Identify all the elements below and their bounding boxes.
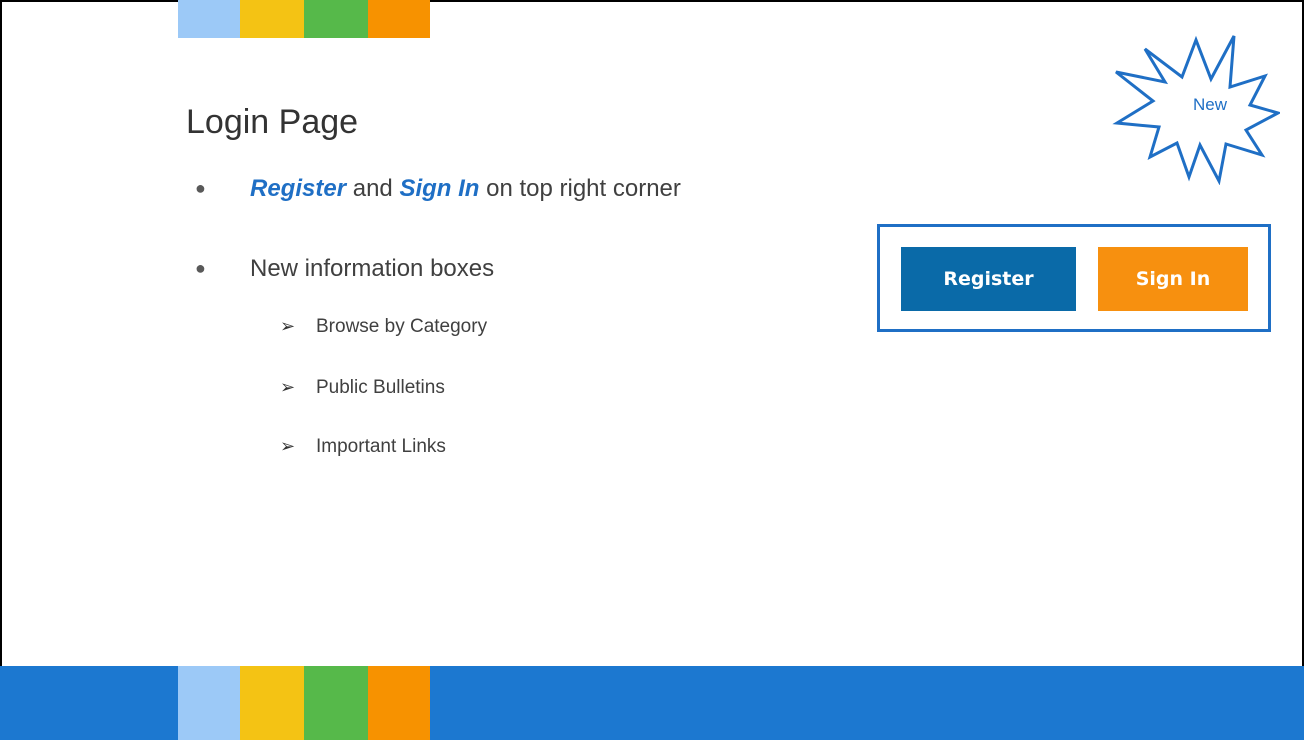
sub-item-label: Important Links bbox=[316, 436, 446, 457]
header-buttons-callout: Register Sign In bbox=[877, 224, 1271, 332]
bottom-stripe-green bbox=[304, 666, 368, 740]
arrow-bullet-icon: ➢ bbox=[280, 436, 296, 456]
arrow-bullet-icon: ➢ bbox=[280, 316, 296, 336]
sub-item-label: Public Bulletins bbox=[316, 377, 445, 398]
top-stripe-orange bbox=[368, 0, 430, 38]
sub-item-label: Browse by Category bbox=[316, 316, 488, 337]
top-color-strip bbox=[0, 0, 1304, 38]
top-stripe-light-blue bbox=[178, 0, 240, 38]
signin-emphasis: Sign In bbox=[399, 175, 480, 202]
bullet-connector: and bbox=[346, 175, 400, 202]
bullet-marker: ● bbox=[195, 178, 206, 198]
bottom-stripe-orange bbox=[368, 666, 430, 740]
bottom-stripe-light-blue bbox=[178, 666, 240, 740]
top-stripe-green bbox=[304, 0, 368, 38]
bottom-color-bar bbox=[0, 666, 1304, 740]
bottom-stripe-yellow bbox=[240, 666, 304, 740]
new-label: New bbox=[1192, 95, 1227, 114]
sign-in-button[interactable]: Sign In bbox=[1098, 247, 1248, 311]
bullet-marker: ● bbox=[195, 258, 206, 278]
sub-item-public-bulletins: ➢ Public Bulletins bbox=[280, 377, 445, 399]
arrow-bullet-icon: ➢ bbox=[280, 377, 296, 397]
bullet-rest: on top right corner bbox=[479, 175, 681, 202]
bullet-new-info-boxes: New information boxes bbox=[250, 255, 495, 282]
sub-item-browse-category: ➢ Browse by Category bbox=[280, 316, 487, 338]
bullet-register-signin: Register and Sign In on top right corner bbox=[250, 175, 681, 203]
register-emphasis: Register bbox=[250, 175, 347, 202]
register-button[interactable]: Register bbox=[901, 247, 1076, 311]
sub-item-important-links: ➢ Important Links bbox=[280, 436, 446, 458]
slide-title: Login Page bbox=[186, 103, 359, 141]
top-stripe-yellow bbox=[240, 0, 304, 38]
